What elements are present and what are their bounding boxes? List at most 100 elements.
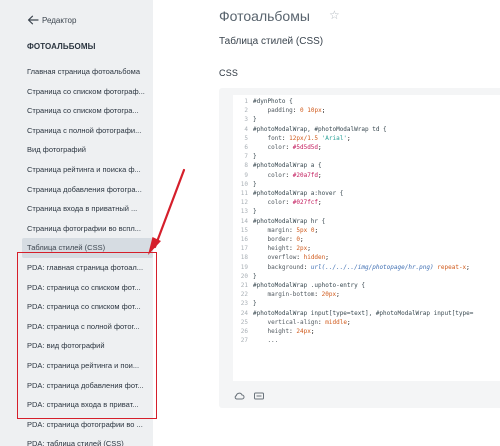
- line-text: border: 0;: [267, 236, 304, 244]
- code-line: 18 overflow: hidden;: [233, 253, 500, 262]
- line-text: }: [253, 116, 257, 124]
- code-line: 9 color: #20a7fd;: [233, 171, 500, 180]
- line-text: }: [253, 300, 257, 308]
- line-number: 25: [240, 318, 248, 326]
- code-line: 8 #photoModalWrap a {: [233, 161, 500, 170]
- sidebar-item-pda[interactable]: PDA: таблица стилей (CSS): [22, 434, 153, 446]
- line-number: 7: [244, 153, 248, 161]
- star-icon[interactable]: ☆: [329, 8, 340, 22]
- code-line: 22 margin-bottom: 20px;: [233, 290, 500, 299]
- line-number: 1: [244, 98, 248, 105]
- code-line: 7}: [233, 152, 500, 161]
- code-line: 27 ...: [233, 336, 500, 345]
- code-line: 1 #dynPhoto {: [233, 97, 500, 106]
- section-title: ФОТОАЛЬБОМЫ: [27, 42, 96, 51]
- code-line: 5 font: 12px/1.5 'Arial';: [233, 134, 500, 143]
- line-number: 8: [244, 162, 248, 170]
- line-number: 16: [240, 236, 248, 244]
- line-text: #photoModalWrap .uphoto-entry {: [253, 282, 365, 290]
- sidebar-item[interactable]: Главная страница фотоальбома: [22, 62, 153, 82]
- line-text: padding: 0 10px;: [267, 107, 326, 115]
- editor-footer: [219, 384, 500, 408]
- line-text: font: 12px/1.5 'Arial';: [267, 134, 351, 142]
- code-line: 21 #photoModalWrap .uphoto-entry {: [233, 281, 500, 290]
- code-line: 10}: [233, 180, 500, 189]
- line-text: background: url(../../../img/photopage/h…: [267, 263, 470, 271]
- cloud-icon[interactable]: [233, 390, 245, 402]
- code-line: 11 #photoModalWrap a:hover {: [233, 189, 500, 198]
- sidebar-item[interactable]: Страница со списком фотограф...: [22, 82, 153, 102]
- code-line: 2 padding: 0 10px;: [233, 106, 500, 115]
- main-content: Фотоальбомы ☆ Таблица стилей (CSS) CSS 1…: [153, 0, 500, 446]
- sidebar-item[interactable]: Вид фотографий: [22, 140, 153, 160]
- code-line: 13}: [233, 207, 500, 216]
- code-line: 23}: [233, 299, 500, 308]
- back-arrow-icon: [27, 15, 39, 25]
- line-number: 10: [240, 180, 248, 188]
- page-title: Фотоальбомы: [219, 8, 310, 24]
- sidebar-item[interactable]: Страница добавления фотогра...: [22, 180, 153, 200]
- line-number: 23: [240, 300, 248, 308]
- sidebar-item[interactable]: Страница с полной фотографи...: [22, 121, 153, 141]
- line-text: color: #027fcf;: [267, 199, 322, 207]
- css-editor: 1 #dynPhoto {2 padding: 0 10px; 3} 4 #photoM…: [219, 88, 500, 408]
- code-line: 3}: [233, 115, 500, 124]
- line-text: #photoModalWrap, #photoModalWrap td {: [253, 125, 387, 133]
- code-line: 14 #photoModalWrap hr {: [233, 217, 500, 226]
- page-subtitle: Таблица стилей (CSS): [219, 36, 324, 47]
- line-number: 17: [240, 245, 248, 253]
- line-number: 5: [244, 134, 248, 142]
- code-line: 4 #photoModalWrap, #photoModalWrap td {: [233, 125, 500, 134]
- line-number: 24: [240, 309, 248, 317]
- code-line: 24 #photoModalWrap input[type=text], #pho…: [233, 309, 500, 318]
- line-number: 11: [240, 190, 248, 198]
- code-line: 26 height: 24px;: [233, 327, 500, 336]
- line-number: 3: [244, 116, 248, 124]
- line-text: }: [253, 272, 257, 280]
- code-block-icon[interactable]: [253, 390, 265, 402]
- line-text: #photoModalWrap hr {: [253, 217, 326, 225]
- line-text: height: 24px;: [267, 328, 315, 336]
- line-text: }: [253, 153, 257, 161]
- highlight-box: [17, 252, 157, 419]
- line-number: 22: [240, 291, 248, 299]
- line-text: vertical-align: middle;: [267, 318, 351, 326]
- code-line: 12 color: #027fcf;: [233, 198, 500, 207]
- line-number: 9: [244, 171, 248, 179]
- line-text: #photoModalWrap a:hover {: [253, 190, 344, 198]
- code-lines: 1 #dynPhoto {2 padding: 0 10px; 3} 4 #photoM…: [233, 95, 500, 345]
- line-text: height: 2px;: [267, 245, 311, 253]
- line-number: 26: [240, 328, 248, 336]
- line-number: 20: [240, 272, 248, 280]
- sidebar-item[interactable]: Страница рейтинга и поиска ф...: [22, 160, 153, 180]
- line-text: margin: 5px 0;: [267, 226, 319, 234]
- back-to-editor-link[interactable]: Редактор: [27, 12, 76, 28]
- code-line: 15 margin: 5px 0;: [233, 226, 500, 235]
- line-text: #dynPhoto {: [253, 98, 293, 105]
- line-text: }: [253, 208, 257, 216]
- code-line: 25 vertical-align: middle;: [233, 318, 500, 327]
- line-text: overflow: hidden;: [267, 254, 329, 262]
- line-number: 2: [244, 107, 248, 115]
- line-text: #photoModalWrap a {: [253, 162, 322, 170]
- css-section-label: CSS: [219, 68, 239, 78]
- line-text: }: [253, 180, 257, 188]
- line-number: 18: [240, 254, 248, 262]
- line-number: 15: [240, 226, 248, 234]
- code-line: 16 border: 0;: [233, 235, 500, 244]
- line-number: 13: [240, 208, 248, 216]
- sidebar-item[interactable]: Страница входа в приватный ...: [22, 199, 153, 219]
- code-line: 17 height: 2px;: [233, 244, 500, 253]
- sidebar-item[interactable]: Страница со списком фотогра...: [22, 101, 153, 121]
- line-number: 21: [240, 282, 248, 290]
- line-text: margin-bottom: 20px;: [267, 291, 340, 299]
- sidebar-item[interactable]: Страница фотографии во вспл...: [22, 219, 153, 239]
- line-number: 4: [244, 125, 248, 133]
- code-line: 20}: [233, 272, 500, 281]
- line-text: color: #5d5d5d;: [267, 144, 322, 152]
- line-number: 6: [244, 144, 248, 152]
- line-text: ...: [253, 337, 279, 345]
- line-number: 12: [240, 199, 248, 207]
- code-line: 19 background: url(../../../img/photopag…: [233, 263, 500, 272]
- code-area[interactable]: 1 #dynPhoto {2 padding: 0 10px; 3} 4 #photoM…: [233, 95, 500, 381]
